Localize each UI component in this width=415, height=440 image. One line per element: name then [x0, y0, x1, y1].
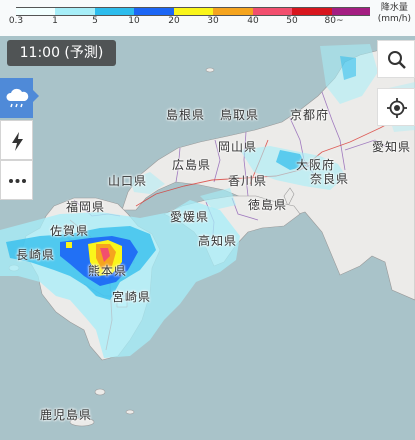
legend-label-6: 40 — [247, 16, 259, 26]
legend-swatch-6 — [253, 7, 292, 16]
label-saga: 佐賀県 — [50, 224, 90, 238]
search-icon — [388, 51, 406, 69]
label-tokushima: 徳島県 — [248, 198, 288, 212]
island — [94, 388, 106, 396]
current-location-button[interactable] — [377, 88, 415, 126]
search-button[interactable] — [377, 40, 415, 78]
label-kochi: 高知県 — [198, 234, 238, 248]
rain-layer-button[interactable] — [0, 78, 33, 118]
legend-swatch-1 — [55, 7, 95, 16]
legend-swatch-7 — [292, 7, 332, 16]
legend-swatch-2 — [95, 7, 134, 16]
label-shimane: 島根県 — [166, 108, 206, 122]
legend-label-1: 1 — [52, 16, 58, 26]
island — [125, 409, 135, 415]
legend-swatch-5 — [213, 7, 253, 16]
label-nagasaki: 長崎県 — [16, 248, 56, 262]
legend-label-3: 10 — [128, 16, 140, 26]
legend-label-4: 20 — [168, 16, 180, 26]
label-yamaguchi: 山口県 — [108, 174, 148, 188]
legend-swatch-8 — [332, 7, 370, 16]
legend-label-7: 50 — [286, 16, 298, 26]
more-button[interactable] — [0, 160, 33, 200]
legend-swatch-0 — [16, 7, 55, 16]
rain-cloud-icon — [6, 88, 29, 108]
legend-swatch-4 — [174, 7, 213, 16]
active-pointer — [33, 90, 39, 102]
legend-label-5: 30 — [207, 16, 219, 26]
label-kagoshima: 鹿児島県 — [40, 408, 93, 422]
precipitation-legend: 0.3 1 5 10 20 30 40 50 80~ 降水量 (mm/h) — [0, 0, 415, 36]
label-nara: 奈良県 — [310, 172, 350, 186]
legend-swatch-3 — [134, 7, 174, 16]
label-miyazaki: 宮崎県 — [112, 290, 152, 304]
label-tottori: 鳥取県 — [220, 108, 260, 122]
legend-unit-label: (mm/h) — [377, 14, 411, 24]
lightning-icon — [12, 132, 23, 151]
lightning-layer-button[interactable] — [0, 120, 33, 160]
legend-label-8: 80~ — [324, 16, 344, 26]
label-hiroshima: 広島県 — [172, 158, 212, 172]
label-kyoto: 京都府 — [290, 108, 330, 122]
legend-title: 降水量 — [380, 3, 408, 13]
label-kagawa: 香川県 — [228, 174, 268, 188]
legend-label-0: 0.3 — [8, 16, 24, 26]
label-okayama: 岡山県 — [218, 140, 258, 154]
forecast-time-label[interactable]: 11:00 (予測) — [7, 40, 116, 66]
legend-unit: 降水量 (mm/h) — [378, 3, 411, 25]
more-icon — [9, 179, 26, 183]
label-fukuoka: 福岡県 — [66, 200, 106, 214]
island — [205, 67, 215, 73]
label-ehime: 愛媛県 — [170, 210, 210, 224]
legend-label-2: 5 — [92, 16, 98, 26]
label-aichi: 愛知県 — [372, 140, 412, 154]
label-kumamoto: 熊本県 — [88, 264, 128, 278]
locate-icon — [387, 98, 407, 118]
